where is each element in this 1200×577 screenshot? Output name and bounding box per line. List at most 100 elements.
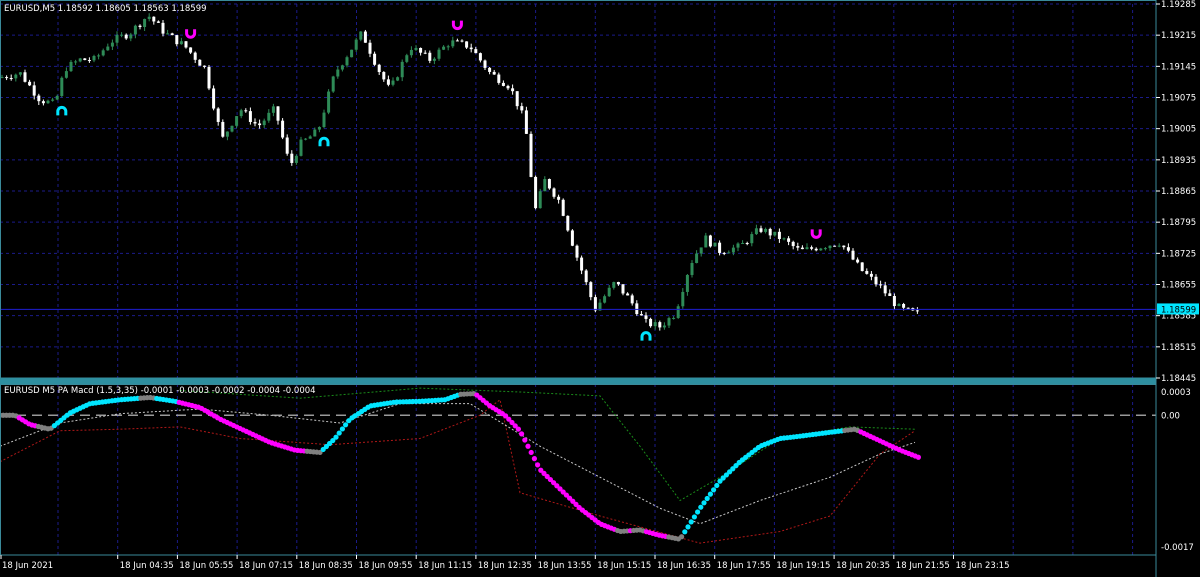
candle-body	[515, 91, 519, 107]
macd-tick-label: 0.00	[1161, 411, 1180, 421]
candle-body	[819, 248, 823, 251]
macd-dot-up	[688, 519, 694, 525]
macd-dot-up	[714, 482, 720, 489]
candle-body	[336, 69, 340, 77]
candle-body	[290, 153, 294, 163]
price-tick-label: 1.18655	[1161, 281, 1196, 291]
price-tick-label: 1.19145	[1161, 62, 1196, 72]
time-tick-label: 18 Jun 20:35	[836, 561, 890, 571]
macd-dot-up	[695, 509, 701, 515]
candle-body	[538, 191, 542, 209]
candle-body	[741, 243, 745, 245]
candlesticks	[0, 13, 919, 331]
candle-body	[405, 55, 409, 62]
candle-body	[115, 34, 119, 43]
price-panel-frame	[0, 0, 1157, 379]
candle-body	[580, 257, 584, 271]
candle-body	[658, 322, 662, 328]
candle-body	[423, 52, 427, 54]
candle-body	[60, 77, 64, 96]
candle-body	[474, 49, 478, 54]
candle-body	[902, 303, 906, 308]
indicator-header: EURUSD M5 PA Macd (1.5,3,35) -0.0001 -0.…	[4, 386, 316, 396]
candle-body	[28, 81, 32, 86]
candle-body	[662, 325, 666, 328]
candle-body	[9, 78, 13, 80]
macd-dot-up	[682, 529, 688, 535]
candle-body	[308, 136, 312, 139]
candle-body	[179, 41, 183, 45]
macd-dot-down	[528, 449, 534, 456]
candle-body	[681, 291, 685, 307]
candle-body	[331, 76, 335, 92]
candle-body	[644, 315, 648, 319]
candle-body	[419, 47, 423, 53]
candle-body	[543, 179, 547, 192]
candle-body	[51, 99, 55, 101]
macd-dot-up	[336, 430, 342, 436]
candle-body	[92, 56, 96, 61]
candle-body	[193, 52, 197, 60]
candle-body	[216, 108, 220, 122]
candle-body	[874, 276, 878, 285]
price-tick-label: 1.19075	[1161, 94, 1196, 104]
time-tick-label: 18 Jun 09:55	[359, 561, 413, 571]
candle-body	[304, 138, 308, 140]
candle-body	[488, 67, 492, 72]
candle-body	[221, 121, 225, 137]
candle-body	[202, 65, 206, 67]
candle-body	[478, 53, 482, 61]
symbol-header: EURUSD,M5 1.18592 1.18605 1.18563 1.1859…	[4, 4, 207, 14]
candle-body	[869, 273, 873, 277]
candle-body	[313, 129, 317, 137]
candle-body	[451, 40, 455, 47]
price-tick-label: 1.18725	[1161, 249, 1196, 259]
candle-body	[736, 243, 740, 248]
candle-body	[810, 247, 814, 249]
candle-body	[161, 22, 165, 34]
candle-body	[754, 228, 758, 235]
candle-body	[189, 47, 193, 53]
candle-body	[883, 285, 887, 294]
panel-separator	[0, 378, 1156, 384]
time-axis: 18 Jun 2021 18 Jun 04:35 18 Jun 05:55 18 Ju…	[0, 555, 1010, 571]
candle-body	[271, 106, 275, 113]
candle-body	[281, 120, 285, 138]
macd-dot-up	[343, 422, 349, 428]
time-tick-label: 18 Jun 07:15	[239, 561, 293, 571]
candle-body	[557, 196, 561, 200]
candle-body	[768, 228, 772, 236]
candle-body	[915, 310, 919, 312]
candle-body	[396, 77, 400, 81]
candle-body	[814, 248, 818, 251]
candle-body	[166, 33, 170, 35]
price-tick-label: 1.18445	[1161, 374, 1196, 384]
macd-axis: 0.0003 0.00 -0.0017	[1161, 388, 1194, 553]
trading-chart[interactable]: 1.19285 1.19215 1.19145 1.19075 1.19005 1.189…	[0, 0, 1200, 577]
candle-body	[414, 47, 418, 50]
candle-body	[373, 53, 377, 65]
candle-body	[225, 131, 229, 137]
candle-body	[897, 303, 901, 306]
macd-dot-down	[522, 437, 528, 443]
price-axis: 1.19285 1.19215 1.19145 1.19075 1.19005 1.189…	[1156, 0, 1199, 384]
time-tick-label: 18 Jun 19:15	[776, 561, 830, 571]
candle-body	[575, 245, 579, 258]
candle-body	[83, 58, 87, 61]
candle-body	[285, 137, 289, 154]
candle-body	[492, 71, 496, 75]
candle-body	[800, 247, 804, 250]
candle-body	[276, 106, 280, 121]
candle-body	[391, 80, 395, 85]
candle-body	[718, 242, 722, 253]
candle-body	[856, 259, 860, 263]
candle-body	[570, 230, 574, 246]
price-tick-label: 1.18935	[1161, 156, 1196, 166]
price-tick-label: 1.19005	[1161, 125, 1196, 135]
time-tick-label: 18 Jun 05:55	[179, 561, 233, 571]
candle-body	[782, 238, 786, 240]
macd-panel-frame	[0, 384, 1157, 556]
candle-body	[184, 41, 188, 48]
candle-body	[547, 179, 551, 189]
price-tick-label: 1.18865	[1161, 187, 1196, 197]
